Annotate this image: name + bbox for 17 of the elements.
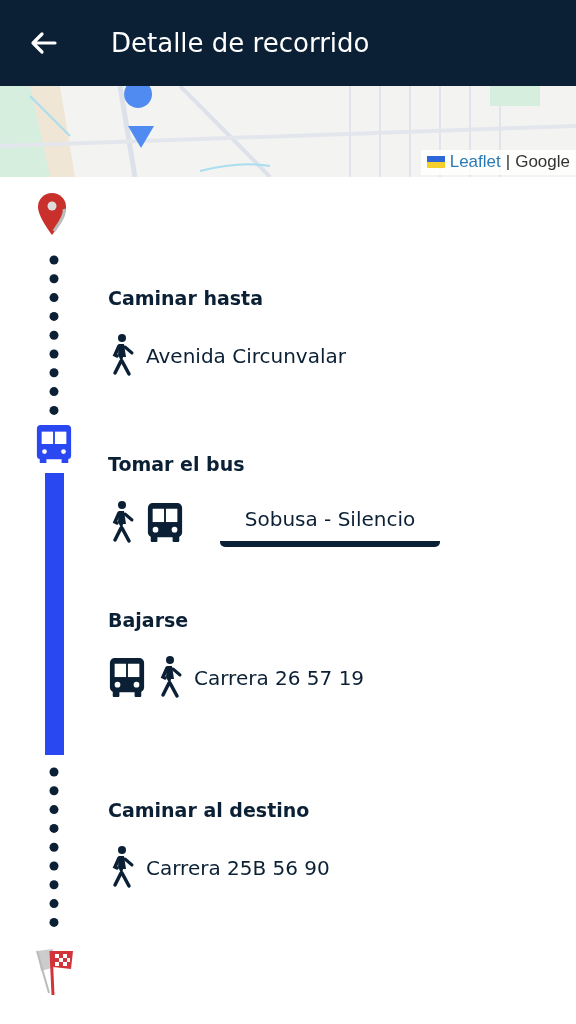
route-select-field[interactable]: Sobusa - Silencio <box>220 499 440 547</box>
bus-icon <box>108 656 146 700</box>
step-title: Tomar el bus <box>108 453 246 475</box>
bus-icon <box>35 423 73 465</box>
bus-icon <box>146 501 184 545</box>
place-name: Carrera 25B 56 90 <box>146 856 330 880</box>
screen-title: Detalle de recorrido <box>111 28 370 58</box>
place-name: Avenida Circunvalar <box>146 344 346 368</box>
attribution-separator: | <box>505 152 511 172</box>
step-title: Bajarse <box>108 609 190 631</box>
leaflet-link[interactable]: Leaflet <box>449 152 501 172</box>
place-name: Carrera 26 57 19 <box>194 666 365 690</box>
flag-icon <box>426 156 445 168</box>
attribution-provider: Google <box>515 152 570 172</box>
step-title: Caminar hasta <box>108 287 264 309</box>
back-arrow-icon[interactable] <box>29 31 57 55</box>
step-title: Caminar al destino <box>108 799 311 821</box>
